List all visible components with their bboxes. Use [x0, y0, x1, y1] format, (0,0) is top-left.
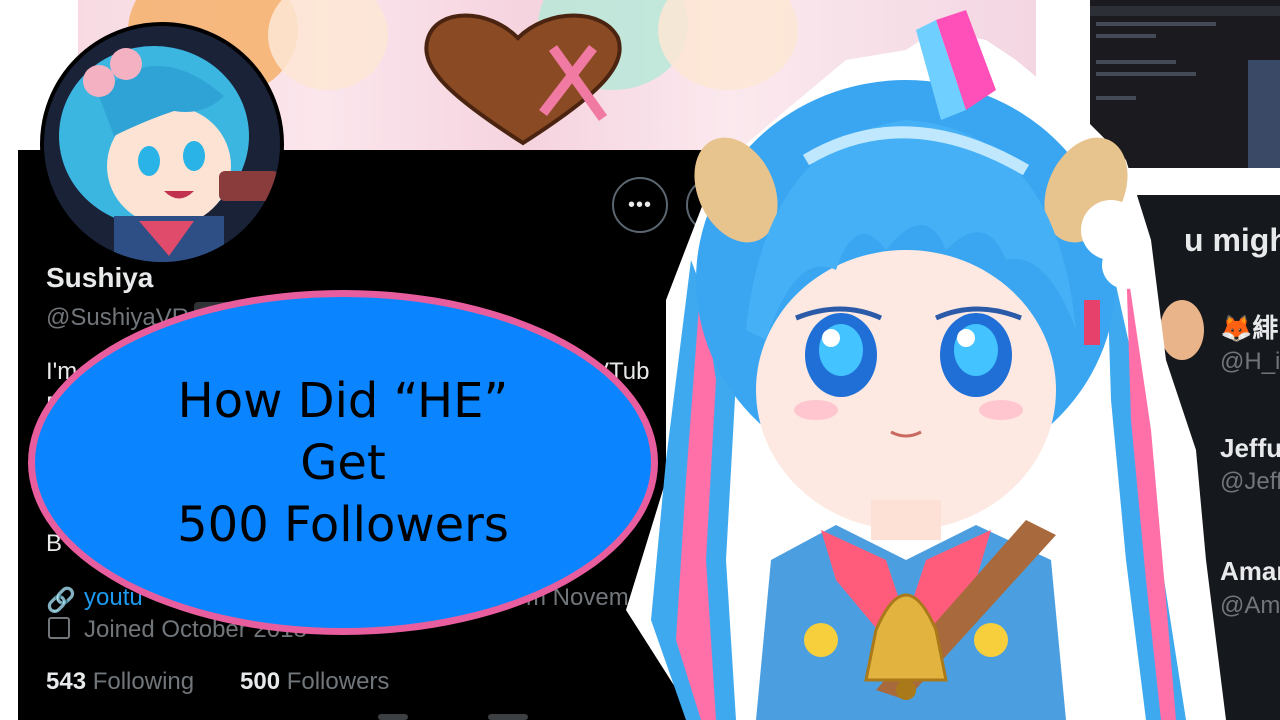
calendar-icon	[48, 617, 70, 639]
title-callout: How Did “HE” Get 500 Followers	[28, 290, 658, 635]
suggestion-handle: @H_i	[1220, 348, 1280, 375]
callout-line-2: Get	[300, 434, 386, 491]
profile-tabs	[358, 708, 578, 720]
followers-count: 500	[240, 668, 281, 695]
vtuber-character-illustration	[626, 10, 1226, 720]
suggestion-handle: @Am	[1220, 592, 1280, 619]
avatar[interactable]	[40, 22, 284, 266]
callout-line-1: How Did “HE”	[177, 372, 509, 429]
heart-chocolate-icon	[424, 13, 622, 146]
callout-line-3: 500 Followers	[177, 496, 509, 553]
display-name: Sushiya	[46, 262, 154, 293]
link-icon: 🔗	[46, 587, 76, 614]
followers-label: Followers	[286, 668, 390, 695]
following-stat[interactable]: 543 Following	[46, 668, 194, 696]
suggestion-name[interactable]: Amar	[1220, 556, 1280, 587]
followers-stat[interactable]: 500 Followers	[240, 668, 389, 696]
following-label: Following	[92, 668, 195, 695]
suggestion-name[interactable]: 🦊緋	[1220, 308, 1278, 345]
following-count: 543	[46, 668, 87, 695]
suggestion-name[interactable]: Jeffu	[1220, 433, 1280, 464]
avatar-character-icon	[44, 26, 280, 262]
suggestion-handle: @Jeff	[1220, 468, 1280, 495]
